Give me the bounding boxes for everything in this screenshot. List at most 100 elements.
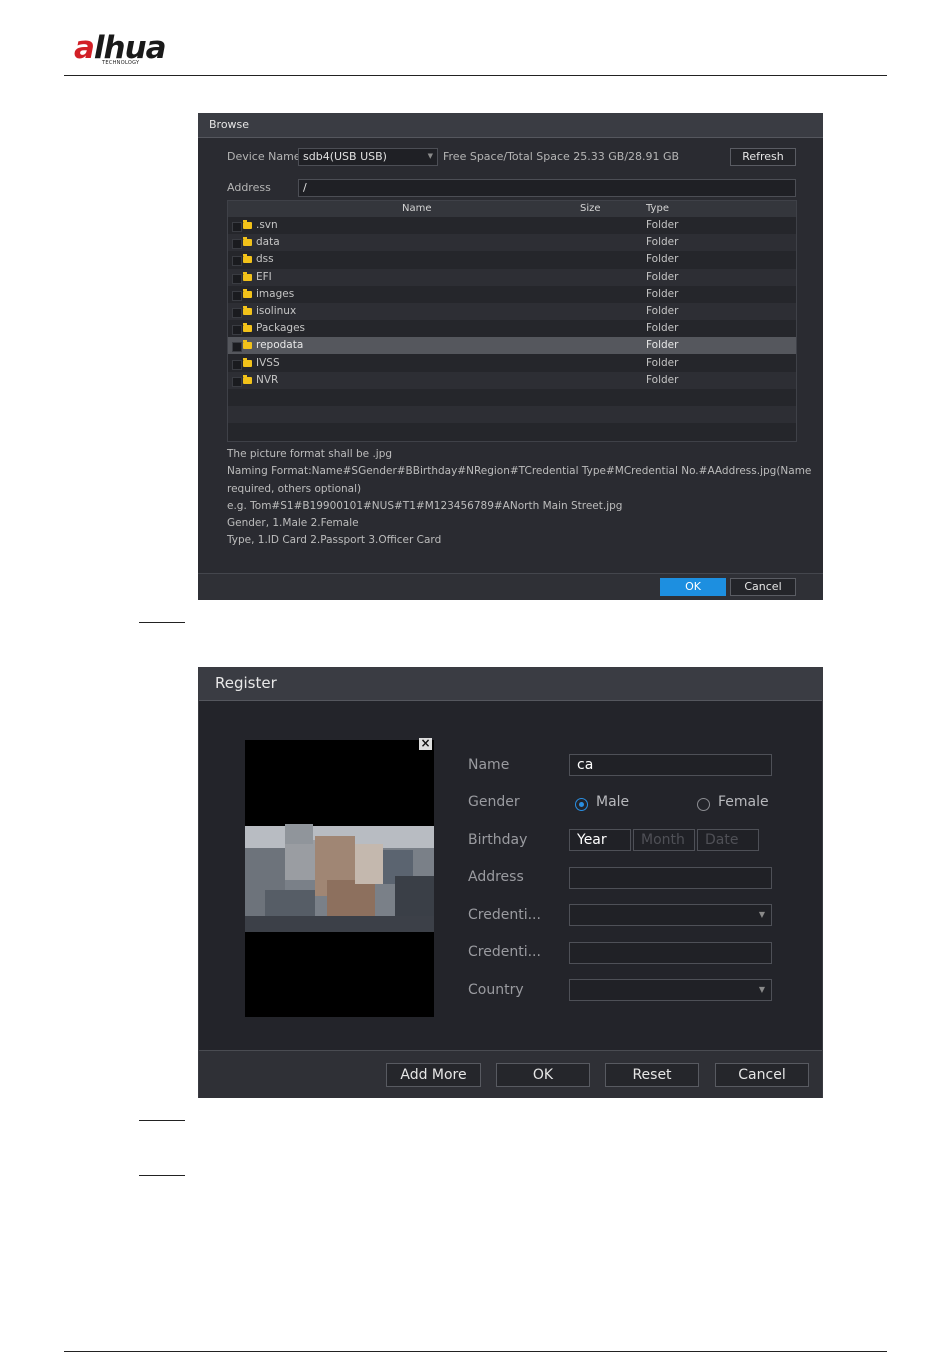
row-type: Folder	[646, 236, 679, 249]
face-image-preview: ×	[245, 737, 434, 1017]
browse-dialog: Browse Device Name sdb4(USB USB) ▼ Free …	[198, 113, 823, 600]
row-checkbox[interactable]	[232, 308, 242, 318]
row-checkbox[interactable]	[232, 256, 242, 267]
device-name-select[interactable]: sdb4(USB USB) ▼	[298, 148, 438, 166]
row-name: .svn	[256, 219, 278, 231]
close-icon[interactable]: ×	[419, 737, 432, 750]
add-more-button[interactable]: Add More	[386, 1063, 481, 1087]
device-name-value: sdb4(USB USB)	[303, 150, 387, 163]
row-type: Folder	[646, 305, 679, 317]
logo-letter-a: a	[74, 30, 95, 66]
table-row[interactable]: Packages Folder	[228, 320, 796, 337]
column-type[interactable]: Type	[646, 203, 669, 214]
month-placeholder: Month	[641, 832, 685, 848]
table-row[interactable]: NVR Folder	[228, 371, 796, 389]
year-input[interactable]: Year	[569, 829, 631, 851]
header-rule	[64, 75, 887, 76]
cancel-button[interactable]: Cancel	[715, 1063, 809, 1087]
date-input[interactable]: Date	[697, 829, 759, 851]
row-name: dss	[256, 253, 274, 266]
date-placeholder: Date	[705, 832, 739, 848]
credential-type-label: Credenti...	[468, 907, 541, 923]
row-type: Folder	[646, 287, 679, 300]
register-dialog: Register × Name ca Gender Male Female Bi…	[198, 667, 823, 1098]
row-checkbox[interactable]	[232, 290, 242, 301]
row-type: Folder	[646, 219, 679, 231]
format-note: Type, 1.ID Card 2.Passport 3.Officer Car…	[227, 534, 442, 546]
address-input[interactable]	[569, 867, 772, 889]
row-checkbox[interactable]	[232, 359, 242, 370]
dropdown-arrow-icon: ▼	[427, 152, 433, 160]
female-radio[interactable]	[697, 798, 710, 811]
step-marker	[139, 1175, 185, 1176]
table-row[interactable]: .svn Folder	[228, 217, 796, 234]
address-value: /	[303, 181, 307, 194]
format-note: Naming Format:Name#SGender#BBirthday#NRe…	[227, 465, 812, 477]
row-checkbox[interactable]	[232, 325, 242, 336]
folder-icon	[243, 340, 252, 350]
birthday-label: Birthday	[468, 832, 528, 848]
register-title-bar: Register	[199, 668, 822, 701]
row-checkbox[interactable]	[232, 239, 242, 250]
gender-label: Gender	[468, 794, 520, 810]
file-table: Name Size Type .svn Folder data Folder dss Fo…	[227, 200, 797, 442]
row-name: data	[256, 236, 280, 249]
row-type: Folder	[646, 373, 679, 386]
folder-icon	[243, 254, 252, 264]
row-checkbox[interactable]	[232, 376, 242, 387]
row-type: Folder	[646, 339, 679, 352]
reset-button[interactable]: Reset	[605, 1063, 699, 1087]
row-name: IVSS	[256, 356, 280, 369]
table-row[interactable]: repodata Folder	[228, 337, 796, 355]
row-type: Folder	[646, 322, 679, 335]
folder-icon	[243, 220, 252, 229]
table-row[interactable]: data Folder	[228, 234, 796, 252]
table-row[interactable]: dss Folder	[228, 251, 796, 268]
row-checkbox[interactable]	[232, 222, 242, 232]
empty-row	[228, 406, 796, 423]
column-name[interactable]: Name	[402, 203, 432, 214]
ok-button[interactable]: OK	[496, 1063, 590, 1087]
dropdown-arrow-icon: ▼	[758, 910, 765, 919]
row-type: Folder	[646, 253, 679, 266]
male-label: Male	[596, 794, 630, 810]
table-row[interactable]: images Folder	[228, 286, 796, 303]
name-input[interactable]: ca	[569, 754, 772, 776]
format-note: required, others optional)	[227, 483, 362, 495]
country-select[interactable]: ▼	[569, 979, 772, 1001]
male-radio[interactable]	[575, 798, 588, 811]
folder-icon	[243, 323, 252, 333]
name-value: ca	[577, 757, 594, 773]
empty-row	[228, 389, 796, 406]
browse-title-bar: Browse	[198, 113, 823, 138]
row-name: repodata	[256, 339, 304, 352]
row-checkbox[interactable]	[232, 273, 242, 284]
female-label: Female	[718, 794, 769, 810]
row-type: Folder	[646, 356, 679, 369]
row-name: isolinux	[256, 305, 297, 317]
row-checkbox[interactable]	[232, 342, 242, 353]
credential-type-select[interactable]: ▼	[569, 904, 772, 926]
credential-number-input[interactable]	[569, 942, 772, 964]
month-input[interactable]: Month	[633, 829, 695, 851]
dropdown-arrow-icon: ▼	[758, 985, 765, 994]
country-label: Country	[468, 982, 524, 998]
ok-button[interactable]: OK	[660, 578, 726, 596]
refresh-button[interactable]: Refresh	[730, 148, 796, 166]
name-label: Name	[468, 757, 510, 773]
cancel-button[interactable]: Cancel	[730, 578, 796, 596]
table-row[interactable]: EFI Folder	[228, 268, 796, 286]
logo-subtitle: TECHNOLOGY	[102, 60, 140, 66]
column-size[interactable]: Size	[580, 203, 601, 214]
format-note: e.g. Tom#S1#B19900101#NUS#T1#M123456789#…	[227, 500, 623, 512]
table-row[interactable]: isolinux Folder	[228, 303, 796, 320]
register-footer: Add More OK Reset Cancel	[199, 1050, 822, 1098]
address-label: Address	[227, 181, 271, 194]
row-name: NVR	[256, 373, 279, 386]
folder-icon	[243, 374, 252, 384]
step-marker	[139, 1120, 185, 1121]
address-input[interactable]: /	[298, 179, 796, 197]
blurred-face-image	[245, 824, 434, 932]
dahua-logo: alhua TECHNOLOGY	[74, 30, 167, 70]
table-row[interactable]: IVSS Folder	[228, 355, 796, 372]
